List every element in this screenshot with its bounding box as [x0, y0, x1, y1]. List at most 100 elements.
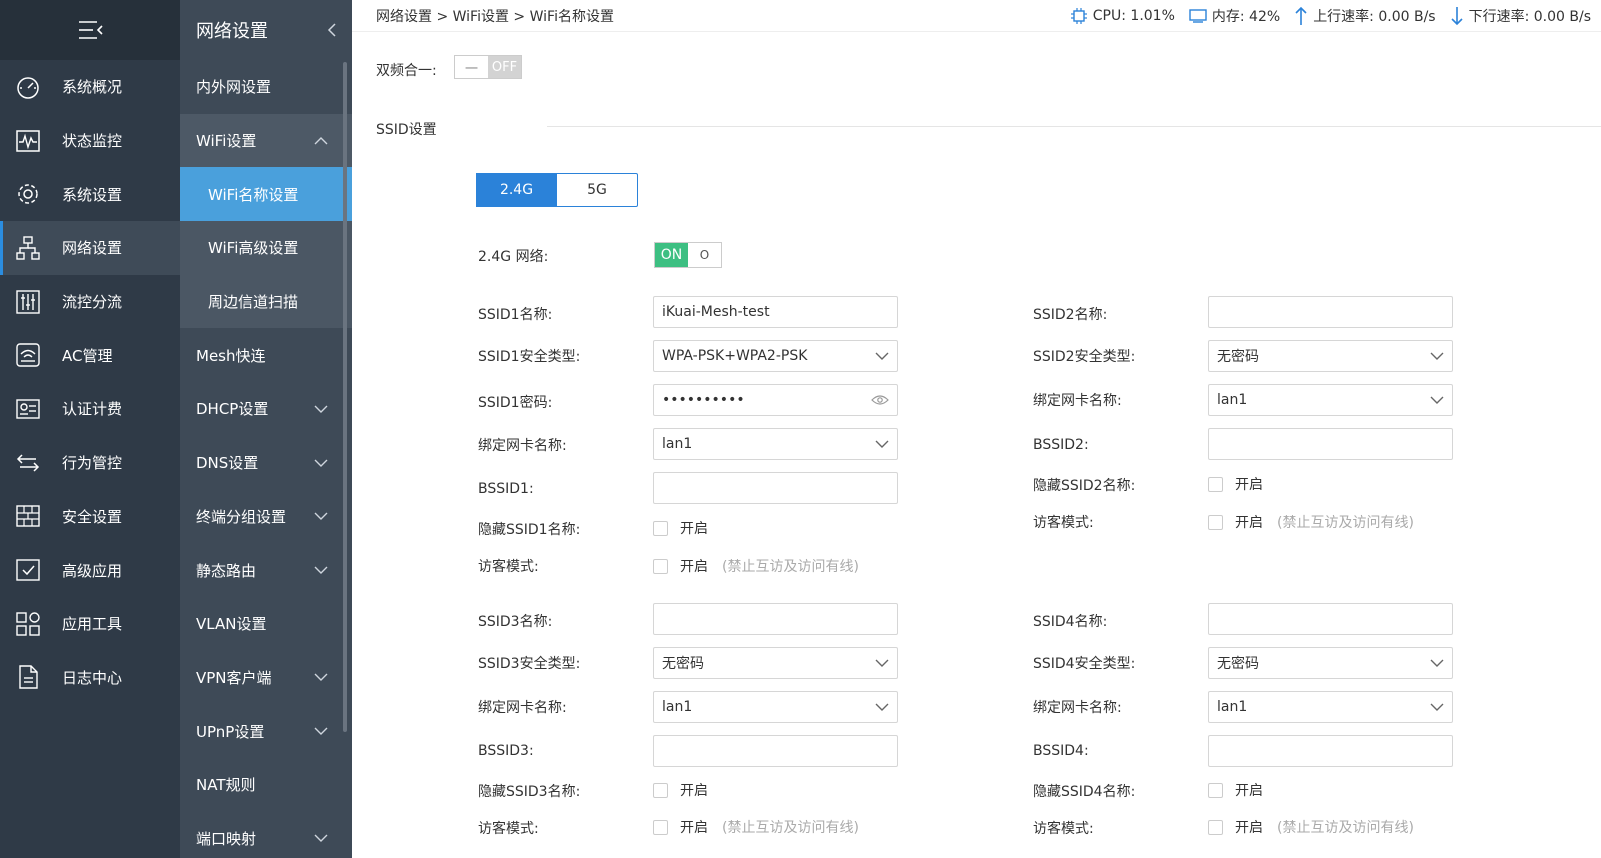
wifi-router-icon	[14, 341, 42, 369]
bssid1-input[interactable]	[653, 472, 898, 504]
top-bar: 网络设置 > WiFi设置 > WiFi名称设置 CPU: 1.01% 内存: …	[352, 0, 1601, 32]
tab-5g[interactable]: 5G	[557, 173, 638, 207]
ssid-section-title: SSID设置	[376, 122, 437, 138]
chevron-left-icon[interactable]	[326, 22, 338, 38]
ssid3-nic-label: 绑定网卡名称:	[478, 700, 567, 716]
ssid4-guest-label: 访客模式:	[1033, 821, 1094, 837]
ssid3-security-select[interactable]: 无密码	[653, 647, 898, 679]
ssid4-security-label: SSID4安全类型:	[1033, 656, 1136, 672]
nav-item-3[interactable]: 系统设置	[0, 167, 180, 221]
tab-2-4g[interactable]: 2.4G	[476, 173, 557, 207]
ssid1-hide-checkbox[interactable]: 开启	[653, 518, 708, 538]
ssid3-name-input[interactable]	[653, 603, 898, 635]
nav-item-7[interactable]: 认证计费	[0, 382, 180, 436]
dual-band-toggle[interactable]: 一 OFF	[454, 55, 522, 79]
submenu-item-1[interactable]: 内外网设置	[180, 60, 352, 114]
ssid1-nic-select[interactable]: lan1	[653, 428, 898, 460]
submenu-scrollbar[interactable]	[343, 62, 347, 732]
submenu-panel: 网络设置 内外网设置 WiFi设置 WiFi名称设置 WiFi高级设置周边信道扫描 Me…	[180, 0, 352, 858]
submenu-item-9[interactable]: 终端分组设置	[180, 490, 352, 544]
ssid1-nic-label: 绑定网卡名称:	[478, 438, 567, 454]
ssid3-name-label: SSID3名称:	[478, 614, 553, 630]
submenu-item-label: WiFi设置	[196, 132, 257, 151]
ssid2-security-select[interactable]: 无密码	[1208, 340, 1453, 372]
ssid2-hide-checkbox[interactable]: 开启	[1208, 474, 1263, 494]
network-toggle[interactable]: ON O	[654, 242, 722, 268]
ssid1-guest-checkbox[interactable]: 开启 (禁止互访及访问有线)	[653, 556, 859, 576]
ssid4-hide-checkbox[interactable]: 开启	[1208, 780, 1263, 800]
submenu-item-3[interactable]: WiFi名称设置	[180, 167, 352, 222]
ssid4-name-input[interactable]	[1208, 603, 1453, 635]
nav-item-label: 行为管控	[62, 454, 123, 473]
submenu-item-label: 静态路由	[196, 561, 257, 580]
guest-hint: (禁止互访及访问有线)	[722, 820, 859, 836]
submenu-item-label: Mesh快连	[196, 346, 266, 365]
ssid4-nic-select[interactable]: lan1	[1208, 691, 1453, 723]
submenu-item-4[interactable]: WiFi高级设置	[180, 221, 352, 275]
submenu-title: 网络设置	[196, 21, 268, 42]
submenu-item-2[interactable]: WiFi设置	[180, 113, 352, 168]
submenu-header: 网络设置	[180, 0, 352, 60]
submenu-item-13[interactable]: UPnP设置	[180, 704, 352, 758]
bssid3-input[interactable]	[653, 735, 898, 767]
submenu-item-14[interactable]: NAT规则	[180, 758, 352, 812]
submenu-item-11[interactable]: VLAN设置	[180, 597, 352, 651]
nav-item-label: 网络设置	[62, 239, 123, 258]
nav-item-2[interactable]: 状态监控	[0, 114, 180, 168]
download-stat: 下行速率: 0.00 B/s	[1450, 6, 1591, 26]
submenu-item-6[interactable]: Mesh快连	[180, 328, 352, 382]
ssid4-name-label: SSID4名称:	[1033, 614, 1108, 630]
collapse-menu-button[interactable]	[0, 0, 180, 60]
nav-item-5[interactable]: 流控分流	[0, 275, 180, 329]
ssid2-nic-select[interactable]: lan1	[1208, 384, 1453, 416]
nav-item-6[interactable]: AC管理	[0, 328, 180, 382]
bssid4-input[interactable]	[1208, 735, 1453, 767]
chevron-down-icon	[314, 400, 328, 418]
nav-item-10[interactable]: 高级应用	[0, 543, 180, 597]
bssid2-input[interactable]	[1208, 428, 1453, 460]
nav-item-1[interactable]: 系统概况	[0, 60, 180, 114]
submenu-item-label: 内外网设置	[196, 78, 272, 97]
submenu-item-12[interactable]: VPN客户端	[180, 651, 352, 705]
menu-collapse-icon	[79, 21, 103, 39]
ssid3-hide-label: 隐藏SSID3名称:	[478, 784, 581, 800]
ssid2-guest-checkbox[interactable]: 开启 (禁止互访及访问有线)	[1208, 512, 1414, 532]
arrow-down-icon	[1451, 6, 1463, 25]
submenu-item-8[interactable]: DNS设置	[180, 436, 352, 490]
ssid4-security-select[interactable]: 无密码	[1208, 647, 1453, 679]
submenu-item-15[interactable]: 端口映射	[180, 812, 352, 858]
ssid3-nic-select[interactable]: lan1	[653, 691, 898, 723]
ssid1-security-select[interactable]: WPA-PSK+WPA2-PSK	[653, 340, 898, 372]
main-nav: 系统概况 状态监控 系统设置网络设置流控分流 AC管理认证计费行为管控安全设置高级应用…	[0, 0, 180, 858]
submenu-item-label: WiFi高级设置	[208, 239, 299, 258]
ssid3-guest-checkbox[interactable]: 开启 (禁止互访及访问有线)	[653, 817, 859, 837]
chevron-down-icon	[1430, 396, 1444, 404]
chevron-down-icon	[1430, 703, 1444, 711]
ssid4-nic-label: 绑定网卡名称:	[1033, 700, 1122, 716]
nav-item-9[interactable]: 安全设置	[0, 490, 180, 544]
ssid1-security-label: SSID1安全类型:	[478, 349, 581, 365]
ssid2-name-input[interactable]	[1208, 296, 1453, 328]
nav-item-label: AC管理	[62, 346, 113, 365]
memory-value: 内存: 42%	[1211, 8, 1281, 25]
ssid3-hide-checkbox[interactable]: 开启	[653, 780, 708, 800]
submenu-item-5[interactable]: 周边信道扫描	[180, 274, 352, 329]
submenu-item-label: DNS设置	[196, 454, 259, 473]
nav-item-4[interactable]: 网络设置	[0, 221, 180, 275]
ssid1-password-input[interactable]: ••••••••••	[653, 384, 898, 416]
submenu-item-10[interactable]: 静态路由	[180, 543, 352, 597]
ssid4-guest-checkbox[interactable]: 开启 (禁止互访及访问有线)	[1208, 817, 1414, 837]
nav-item-label: 应用工具	[62, 615, 123, 634]
nav-item-label: 高级应用	[62, 561, 123, 580]
eye-icon[interactable]	[871, 394, 889, 406]
download-value: 下行速率: 0.00 B/s	[1468, 8, 1591, 25]
cpu-chip-icon	[1070, 7, 1087, 24]
submenu-item-7[interactable]: DHCP设置	[180, 382, 352, 436]
cpu-value: CPU: 1.01%	[1092, 7, 1175, 24]
submenu-item-label: 端口映射	[196, 829, 257, 848]
nav-item-8[interactable]: 行为管控	[0, 436, 180, 490]
chevron-down-icon	[314, 829, 328, 847]
nav-item-11[interactable]: 应用工具	[0, 597, 180, 651]
ssid1-name-input[interactable]: iKuai-Mesh-test	[653, 296, 898, 328]
nav-item-12[interactable]: 日志中心	[0, 651, 180, 705]
